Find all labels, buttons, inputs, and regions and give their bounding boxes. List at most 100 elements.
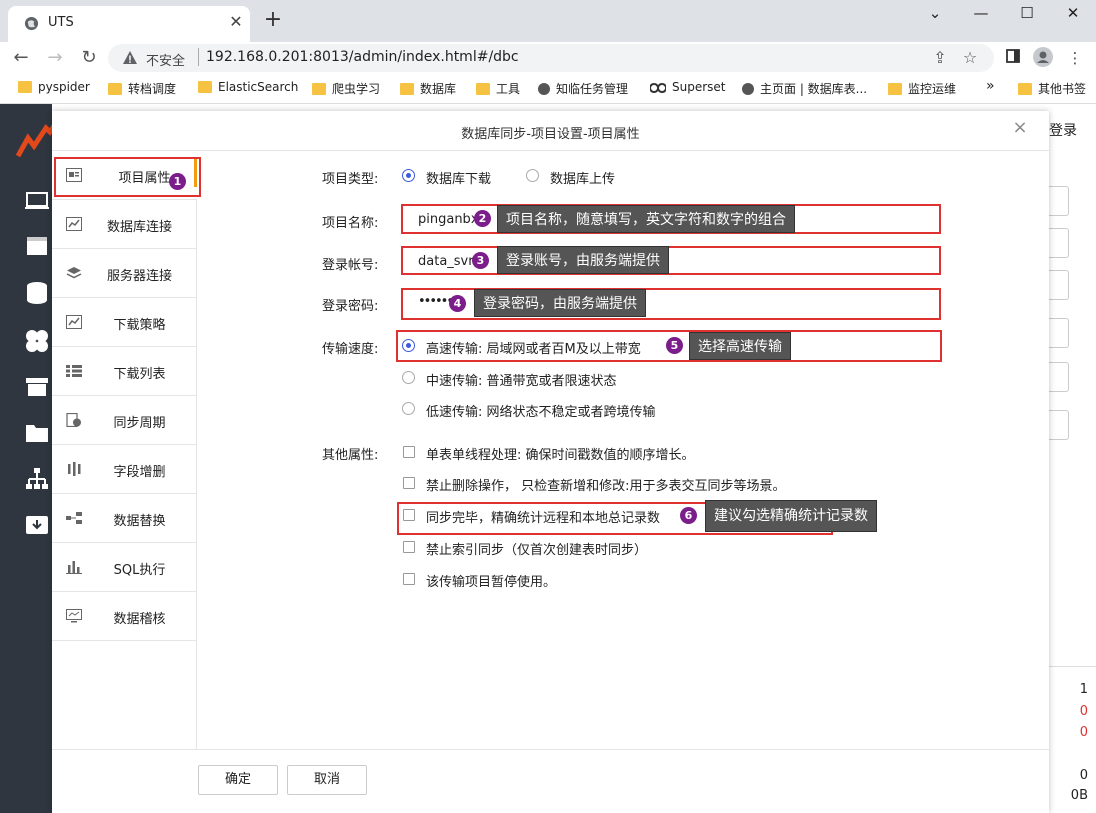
dialog-header: 数据库同步-项目设置-项目属性 × [52,111,1049,151]
radio-speed-low-label[interactable]: 低速传输: 网络状态不稳定或者跨境传输 [426,401,656,420]
checkbox-no-index-sync[interactable] [403,541,415,553]
checkbox-no-delete-label[interactable]: 禁止删除操作， 只检查新增和修改:用于多表交互同步等场景。 [426,475,786,494]
menu-item-sync-cycle[interactable]: 同步周期 [52,396,197,445]
bookmark-item[interactable]: 转档调度 [108,80,176,97]
download-box-icon[interactable] [24,512,50,538]
menu-item-data-audit[interactable]: 数据稽核 [52,592,197,641]
bookmark-item[interactable]: pyspider [18,80,90,94]
radio-speed-medium[interactable] [402,371,415,384]
bookmark-item[interactable]: 主页面 | 数据库表... [742,80,867,97]
other-bookmarks[interactable]: 其他书签 [1018,80,1086,97]
back-button[interactable]: ← [8,45,34,71]
bookmark-item[interactable]: 爬虫学习 [312,80,380,97]
laptop-icon[interactable] [24,188,50,214]
menu-item-sql-exec[interactable]: SQL执行 [52,543,197,592]
url-text[interactable]: 192.168.0.201:8013/admin/index.html#/dbc [206,49,519,65]
sitemap-icon[interactable] [24,466,50,492]
new-tab-button[interactable]: + [262,8,284,34]
background-input [1049,362,1069,392]
checkbox-pause-project-label[interactable]: 该传输项目暂停使用。 [426,571,556,590]
radio-db-download-label[interactable]: 数据库下载 [426,168,491,187]
browser-tab[interactable]: UTS ✕ [8,6,250,42]
archive-icon[interactable] [24,374,50,400]
project-type-label: 项目类型: [322,172,379,187]
tab-title: UTS [48,15,74,30]
profile-avatar-icon[interactable] [1032,47,1054,69]
app-logo [15,124,57,165]
checkbox-no-delete[interactable] [403,477,415,489]
dialog-title: 数据库同步-项目设置-项目属性 [461,127,640,142]
folder-icon [888,83,902,95]
divider [1049,666,1096,667]
app-sidebar [0,104,57,813]
folder-icon [476,83,490,95]
menu-item-download-strategy[interactable]: 下载策略 [52,298,197,347]
background-input [1049,186,1069,216]
sidepanel-icon[interactable] [1002,47,1024,69]
forward-button[interactable]: → [42,45,68,71]
more-bookmarks-button[interactable]: » [986,78,995,94]
radio-db-upload[interactable] [526,169,539,182]
annotation-tooltip: 建议勾选精确统计记录数 [705,500,877,532]
dialog-footer: 确定 取消 [52,749,1049,813]
project-name-label: 项目名称: [322,216,379,231]
menu-item-server-connection[interactable]: 服务器连接 [52,249,197,298]
password-label: 登录密码: [322,299,379,314]
annotation-badge: 4 [449,295,466,312]
menu-item-label: 数据稽核 [113,612,166,627]
menu-item-field-edit[interactable]: 字段增删 [52,445,197,494]
wrench-calendar-icon[interactable] [24,232,50,258]
app-content-peek: 登录 1 0 0 0 0B [1049,104,1096,813]
menu-item-label: 字段增删 [113,465,166,480]
checkbox-single-thread[interactable] [403,446,415,458]
cancel-button[interactable]: 取消 [287,765,367,795]
close-window-button[interactable]: ✕ [1050,0,1096,30]
folder-icon [18,81,32,93]
insecure-label: 不安全 [146,54,186,69]
checkbox-no-index-sync-label[interactable]: 禁止索引同步（仅首次创建表时同步） [426,539,647,558]
close-icon[interactable]: × [1011,118,1029,138]
bookmark-item[interactable]: ElasticSearch [198,80,298,94]
annotation-tooltip: 登录账号，由服务端提供 [497,246,669,274]
checkbox-single-thread-label[interactable]: 单表单线程处理: 确保时间戳数值的顺序增长。 [426,444,695,463]
bookmark-item[interactable]: 监控运维 [888,80,956,97]
checkbox-pause-project[interactable] [403,573,415,585]
address-bar[interactable]: 不安全 192.168.0.201:8013/admin/index.html#… [108,44,994,72]
radio-db-upload-label[interactable]: 数据库上传 [550,168,615,187]
menu-item-label: 同步周期 [113,416,166,431]
reload-button[interactable]: ↻ [76,45,102,71]
browser-titlebar: UTS ✕ + ⌄ — ☐ ✕ [0,0,1096,42]
minimize-button[interactable]: — [958,0,1004,30]
bookmark-item[interactable]: Superset [649,80,726,94]
folder-list-icon[interactable] [24,420,50,446]
folder-icon [312,83,326,95]
url-separator [198,48,199,66]
folder-icon [198,81,212,93]
login-link[interactable]: 登录 [1049,120,1077,140]
bookmark-item[interactable]: 知临任务管理 [538,80,628,97]
menu-item-data-replace[interactable]: 数据替换 [52,494,197,543]
chevron-down-icon[interactable]: ⌄ [912,0,958,30]
menu-kebab-icon[interactable]: ⋮ [1064,47,1086,69]
bookmark-item[interactable]: 工具 [476,80,520,97]
annotation-badge: 5 [666,337,683,354]
background-input [1049,410,1069,440]
maximize-button[interactable]: ☐ [1004,0,1050,30]
ok-button[interactable]: 确定 [198,765,278,795]
tab-close-icon[interactable]: ✕ [226,12,246,32]
share-icon[interactable]: ⇪ [930,48,950,68]
database-icon[interactable] [24,280,50,306]
menu-item-download-list[interactable]: 下载列表 [52,347,197,396]
fan-icon[interactable] [24,328,50,354]
annotation-badge: 3 [472,252,489,269]
star-icon[interactable]: ☆ [960,48,980,68]
annotation-badge: 2 [474,210,491,227]
radio-speed-medium-label[interactable]: 中速传输: 普通带宽或者限速状态 [426,370,617,389]
annotation-badge: 1 [169,173,186,190]
stat-value: 0 [1079,704,1088,719]
bookmark-item[interactable]: 数据库 [400,80,456,97]
radio-db-download[interactable] [402,169,415,182]
radio-speed-low[interactable] [402,402,415,415]
menu-item-db-connection[interactable]: 数据库连接 [52,200,197,249]
menu-item-label: 下载策略 [113,318,166,333]
